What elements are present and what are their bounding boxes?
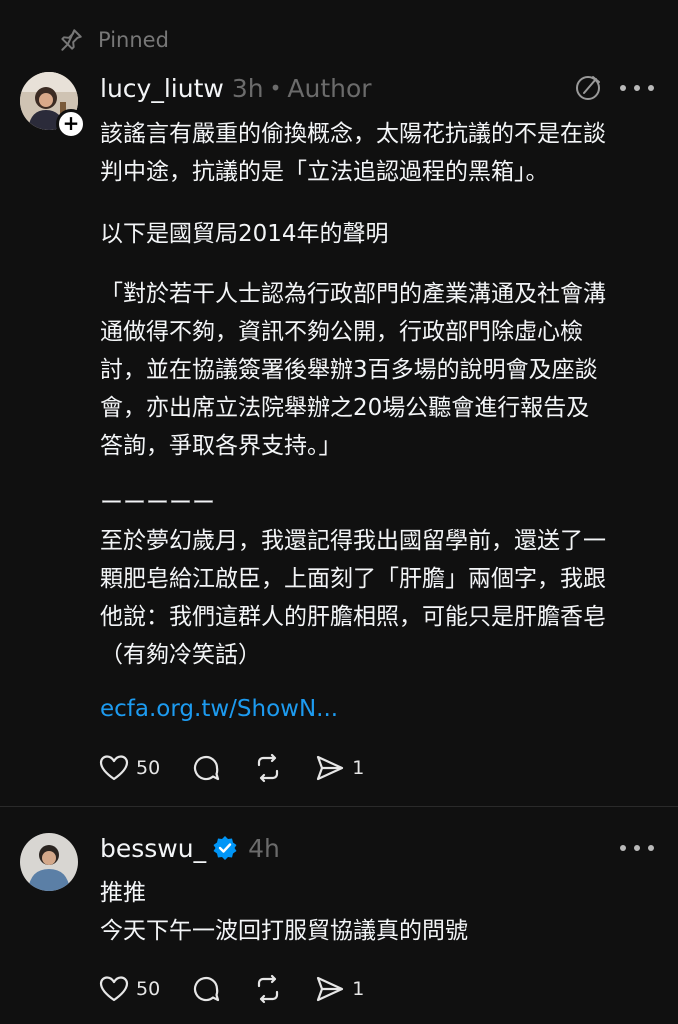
post-text: 推推 今天下午一波回打服貿協議真的問號	[100, 880, 468, 944]
like-count: 50	[136, 978, 161, 1000]
like-button[interactable]: 50	[98, 752, 160, 784]
username[interactable]: besswu_	[100, 834, 206, 863]
post-header: lucy_liutw 3h • Author	[100, 70, 372, 106]
dot-icon	[648, 845, 654, 851]
post-header: besswu_ 4h	[100, 830, 280, 866]
post-besswu: besswu_ 4h 推推 今天下午一波回打服貿協議真的問號 50 1	[0, 807, 678, 1024]
dot-icon	[634, 845, 640, 851]
post-paragraph: 「對於若干人士認為行政部門的產業溝通及社會溝 通做得不夠，資訊不夠公開，行政部門…	[100, 281, 606, 459]
post-link[interactable]: ecfa.org.tw/ShowN...	[100, 696, 338, 722]
more-options-button[interactable]	[620, 833, 654, 863]
reply-button[interactable]	[190, 752, 222, 784]
reply-button[interactable]	[190, 973, 222, 1005]
username[interactable]: lucy_liutw	[100, 74, 224, 103]
verified-badge-icon	[213, 836, 237, 860]
post-actions: 50 1	[98, 750, 394, 786]
post-actions: 50 1	[98, 971, 394, 1007]
share-count: 1	[352, 978, 365, 1000]
like-count: 50	[136, 757, 161, 779]
dot-icon	[634, 85, 640, 91]
repost-icon	[258, 974, 279, 1004]
dot-icon	[620, 845, 626, 851]
send-icon	[317, 755, 344, 781]
author-badge: Author	[287, 73, 372, 103]
like-button[interactable]: 50	[98, 973, 160, 1005]
share-button[interactable]: 1	[314, 973, 364, 1005]
comment-icon	[194, 755, 220, 781]
comment-icon	[194, 976, 220, 1002]
follow-plus-button[interactable]: +	[56, 109, 86, 139]
timestamp: 4h	[248, 833, 280, 863]
post-paragraph: 以下是國貿局2014年的聲明	[100, 221, 389, 247]
repost-button[interactable]	[252, 752, 284, 784]
dot-icon	[648, 85, 654, 91]
more-options-button[interactable]	[620, 73, 654, 103]
heart-icon	[99, 755, 129, 781]
repost-icon	[258, 753, 279, 783]
dot-icon	[620, 85, 626, 91]
avatar[interactable]	[20, 833, 78, 891]
post-lucy: + lucy_liutw 3h • Author 該謠言有嚴重的偷換概念，太陽花…	[0, 0, 678, 806]
edit-icon[interactable]	[574, 73, 604, 103]
separator-dot: •	[269, 76, 282, 100]
send-icon	[317, 976, 344, 1002]
timestamp: 3h	[231, 73, 264, 103]
share-count: 1	[352, 757, 365, 779]
post-paragraph: 該謠言有嚴重的偷換概念，太陽花抗議的不是在談 判中途，抗議的是「立法追認過程的黑…	[100, 121, 606, 185]
share-button[interactable]: 1	[314, 752, 364, 784]
heart-icon	[99, 976, 129, 1002]
repost-button[interactable]	[252, 973, 284, 1005]
post-paragraph: ーーーーー 至於夢幻歲月，我還記得我出國留學前，還送了一 顆肥皂給江啟臣，上面刻…	[100, 490, 606, 668]
